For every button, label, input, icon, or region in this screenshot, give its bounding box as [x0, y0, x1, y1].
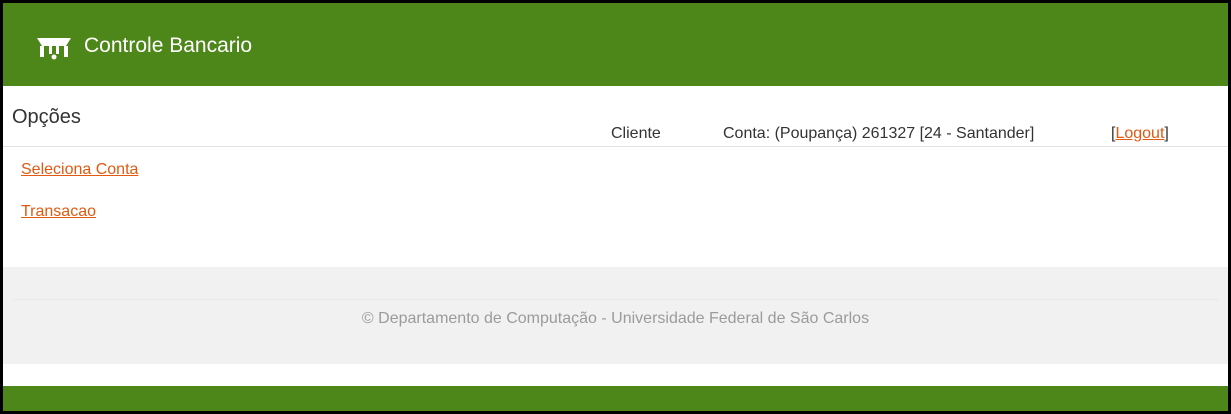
- footer: © Departamento de Computação - Universid…: [3, 267, 1228, 364]
- select-account-link[interactable]: Seleciona Conta: [21, 160, 138, 180]
- footer-divider: [13, 299, 1218, 300]
- account-info: Conta: (Poupança) 261327 [24 - Santander…: [723, 125, 1035, 142]
- logout-bracket-right: ]: [1164, 125, 1169, 142]
- page-frame: Controle Bancario Opções Cliente Conta: …: [3, 3, 1228, 411]
- bottom-bar: [3, 386, 1228, 411]
- bank-logo-icon: [37, 38, 71, 60]
- content-divider: [3, 146, 1228, 147]
- logout-link[interactable]: Logout: [1115, 125, 1164, 142]
- client-label: Cliente: [611, 125, 661, 142]
- top-navbar: Controle Bancario: [3, 3, 1228, 86]
- options-title: Opções: [12, 106, 81, 128]
- app-title[interactable]: Controle Bancario: [84, 33, 252, 59]
- transaction-link[interactable]: Transacao: [21, 202, 96, 222]
- logout-container: [Logout]: [1111, 124, 1169, 144]
- copyright-text: © Departamento de Computação - Universid…: [361, 310, 870, 327]
